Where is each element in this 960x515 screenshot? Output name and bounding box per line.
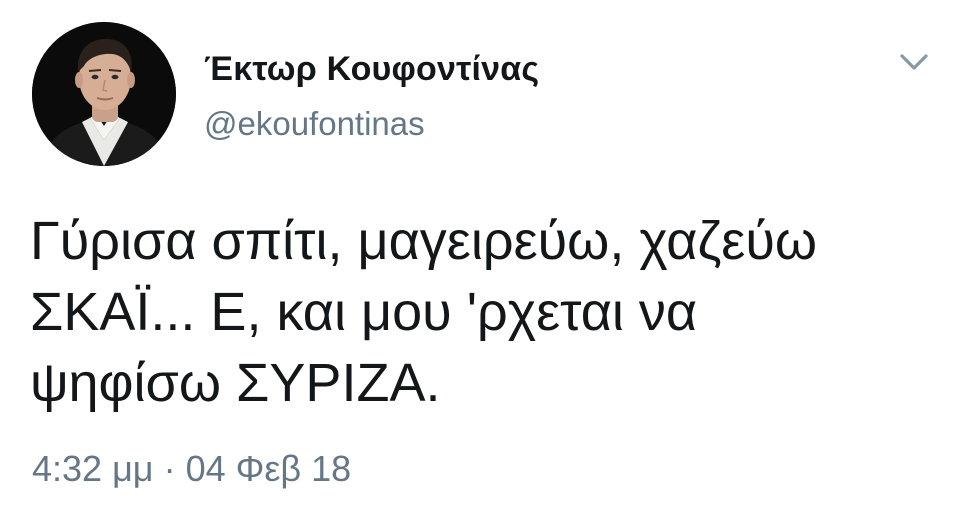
tweet-menu-button[interactable] bbox=[896, 48, 932, 76]
tweet-time: 4:32 μμ bbox=[32, 448, 154, 489]
chevron-down-icon bbox=[900, 54, 928, 70]
tweet-text-line: Γύρισα σπίτι, μαγειρεύω, χαζεύω bbox=[30, 211, 818, 271]
author-handle[interactable]: @ekoufontinas bbox=[204, 105, 425, 143]
tweet-text-line: ψηφίσω ΣΥΡΙΖΑ. bbox=[30, 353, 441, 413]
tweet-text-line: ΣΚΑΪ... Ε, και μου 'ρχεται να bbox=[30, 282, 698, 342]
tweet-text: Γύρισα σπίτι, μαγειρεύω, χαζεύω ΣΚΑΪ... … bbox=[30, 206, 930, 419]
tweet-date: 04 Φεβ 18 bbox=[185, 448, 352, 489]
meta-separator: · bbox=[163, 448, 176, 489]
tweet-card: Έκτωρ Κουφοντίνας @ekoufontinas Γύρισα σ… bbox=[0, 0, 960, 515]
avatar-photo bbox=[32, 22, 176, 166]
avatar[interactable] bbox=[32, 22, 176, 166]
tweet-timestamp[interactable]: 4:32 μμ · 04 Φεβ 18 bbox=[32, 448, 351, 490]
author-display-name[interactable]: Έκτωρ Κουφοντίνας bbox=[204, 50, 539, 89]
